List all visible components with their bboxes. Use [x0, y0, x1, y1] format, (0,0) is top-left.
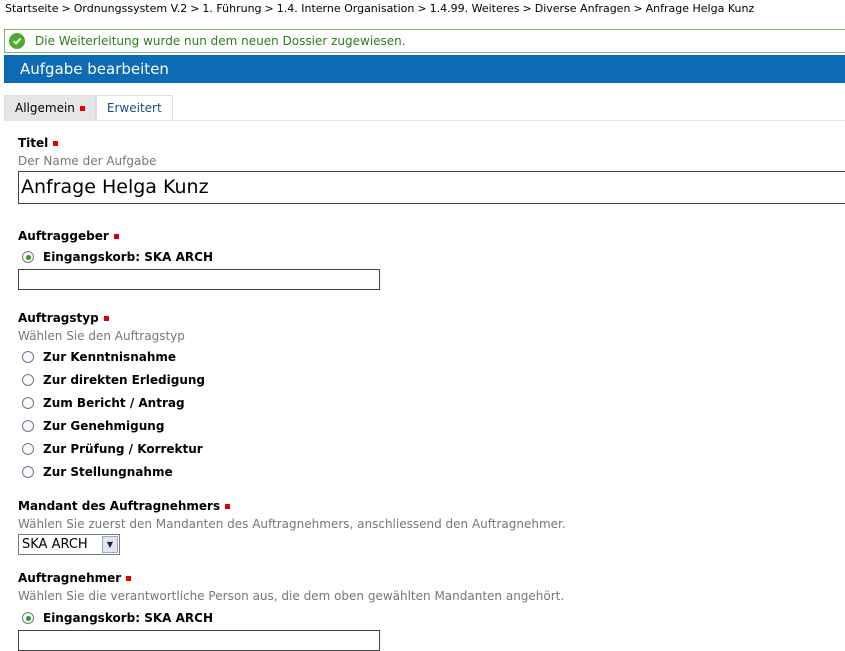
required-marker [103, 316, 109, 321]
title-label: Titel [18, 136, 59, 150]
radio-empty[interactable] [22, 397, 34, 409]
tab-bar: Allgemein Erweitert [4, 95, 173, 121]
auftragstyp-option-direkte-erledigung[interactable]: Zur direkten Erledigung [22, 373, 205, 387]
tab-divider [4, 120, 845, 121]
radio-empty[interactable] [22, 374, 34, 386]
breadcrumb-item[interactable]: Diverse Anfragen [535, 2, 631, 15]
breadcrumb-current[interactable]: Anfrage Helga Kunz [646, 2, 755, 15]
mandant-help: Wählen Sie zuerst den Mandanten des Auft… [18, 517, 566, 531]
mandant-select-value: SKA ARCH [22, 537, 88, 552]
status-message-text: Die Weiterleitung wurde nun dem neuen Do… [35, 34, 406, 48]
mandant-select[interactable]: SKA ARCH ▼ [18, 534, 120, 555]
auftraggeber-option[interactable]: Eingangskorb: SKA ARCH [22, 250, 213, 264]
auftragstyp-option-bericht-antrag[interactable]: Zum Bericht / Antrag [22, 396, 185, 410]
breadcrumb-item[interactable]: Ordnungssystem V.2 [74, 2, 187, 15]
required-marker [225, 504, 231, 509]
auftragstyp-help: Wählen Sie den Auftragstyp [18, 329, 185, 343]
breadcrumb-item[interactable]: 1.4.99. Weiteres [430, 2, 520, 15]
auftragstyp-label: Auftragstyp [18, 311, 109, 325]
required-marker [126, 576, 132, 581]
auftragstyp-option-stellungnahme[interactable]: Zur Stellungnahme [22, 465, 173, 479]
tab-label: Erweitert [106, 101, 162, 115]
radio-selected[interactable] [22, 251, 34, 263]
status-message: Die Weiterleitung wurde nun dem neuen Do… [4, 29, 845, 53]
required-marker [113, 234, 119, 239]
breadcrumb-item[interactable]: Startseite [5, 2, 59, 15]
auftragstyp-option-kenntnisnahme[interactable]: Zur Kenntnisnahme [22, 350, 176, 364]
required-marker [79, 106, 85, 111]
breadcrumb-item[interactable]: 1. Führung [202, 2, 261, 15]
auftragnehmer-search-input[interactable] [18, 630, 380, 651]
tab-label: Allgemein [15, 101, 75, 115]
auftragnehmer-option[interactable]: Eingangskorb: SKA ARCH [22, 611, 213, 625]
radio-selected[interactable] [22, 612, 34, 624]
radio-empty[interactable] [22, 443, 34, 455]
breadcrumb-item[interactable]: 1.4. Interne Organisation [277, 2, 415, 15]
mandant-label: Mandant des Auftragnehmers [18, 499, 231, 513]
auftragnehmer-help: Wählen Sie die verantwortliche Person au… [18, 589, 565, 603]
title-help: Der Name der Aufgabe [18, 154, 157, 168]
auftragnehmer-label: Auftragnehmer [18, 571, 132, 585]
title-input[interactable]: Anfrage Helga Kunz [18, 171, 845, 204]
chevron-down-icon[interactable]: ▼ [102, 536, 118, 553]
tab-erweitert[interactable]: Erweitert [95, 95, 173, 121]
auftragstyp-option-pruefung-korrektur[interactable]: Zur Prüfung / Korrektur [22, 442, 203, 456]
check-circle-icon [9, 33, 25, 49]
auftragstyp-option-genehmigung[interactable]: Zur Genehmigung [22, 419, 164, 433]
page-title: Aufgabe bearbeiten [4, 55, 845, 83]
radio-empty[interactable] [22, 420, 34, 432]
breadcrumb: Startseite > Ordnungssystem V.2 >1. Führung… [5, 2, 755, 15]
tab-allgemein[interactable]: Allgemein [4, 95, 96, 121]
auftraggeber-search-input[interactable] [18, 269, 380, 290]
radio-empty[interactable] [22, 466, 34, 478]
auftraggeber-label: Auftraggeber [18, 229, 119, 243]
radio-empty[interactable] [22, 351, 34, 363]
required-marker [53, 141, 59, 146]
